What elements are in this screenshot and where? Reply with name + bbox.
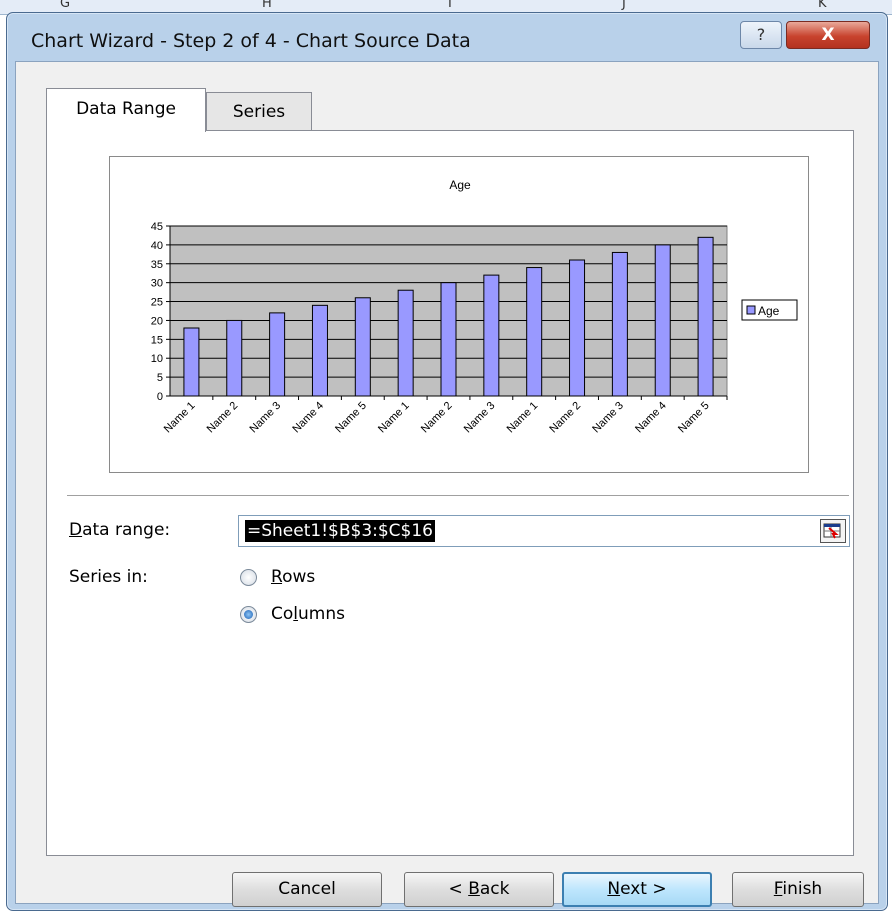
collapse-dialog-icon: [823, 523, 841, 539]
x-tick-label: Name 4: [633, 400, 669, 436]
tab-data-range-label: Data Range: [76, 99, 176, 119]
bar: [654, 244, 671, 397]
bar: [526, 267, 543, 397]
bar: [226, 319, 243, 397]
tab-series-label: Series: [232, 102, 286, 122]
y-tick-label: 20: [151, 315, 163, 327]
bar: [311, 304, 328, 397]
data-range-input[interactable]: =Sheet1!$B$3:$C$16: [238, 515, 850, 547]
dialog-title: Chart Wizard - Step 2 of 4 - Chart Sourc…: [31, 30, 471, 52]
dialog-body: Data Range Series Age 0 5 10 15 20 25 30 35 40 45…: [15, 61, 879, 907]
back-accesskey: B: [468, 879, 480, 899]
x-tick-label: Name 3: [462, 400, 498, 436]
next-accesskey: N: [607, 879, 621, 899]
columns-label-pre: Co: [271, 604, 294, 624]
chart-svg: Age 051015202530354045 Name 1 Name 2 Name …: [151, 178, 798, 436]
cancel-button[interactable]: Cancel: [232, 872, 382, 907]
x-tick-label: Name 1: [162, 400, 198, 436]
y-tick-label: 25: [151, 297, 163, 309]
back-label-pre: <: [448, 879, 469, 899]
next-label-post: ext >: [620, 879, 667, 899]
chart-title: Age: [449, 178, 471, 192]
columns-radio-label[interactable]: Columns: [271, 604, 345, 624]
next-button[interactable]: Next >: [562, 872, 712, 907]
finish-label-post: inish: [782, 879, 823, 899]
column-header-k[interactable]: K: [818, 0, 827, 11]
legend-label-age: Age: [758, 304, 780, 318]
columns-radio[interactable]: [240, 606, 257, 623]
finish-button[interactable]: Finish: [732, 872, 864, 907]
chart-preview: Age 0 5 10 15 20 25 30 35 40 45 Name 1 Name 2 Name …: [109, 156, 809, 473]
help-button[interactable]: ?: [740, 21, 782, 49]
tab-data-range[interactable]: Data Range: [46, 88, 206, 132]
x-tick-label: Name 1: [505, 400, 541, 436]
data-range-label-text: ata range:: [82, 520, 171, 540]
bar: [697, 236, 714, 397]
collapse-dialog-button[interactable]: [820, 519, 846, 543]
columns-label-post: umns: [298, 604, 345, 624]
rows-accesskey: R: [271, 567, 283, 587]
chart-wizard-dialog: Chart Wizard - Step 2 of 4 - Chart Sourc…: [6, 12, 888, 911]
help-icon: ?: [756, 25, 766, 44]
rows-radio[interactable]: [240, 569, 257, 586]
rows-label-text: ows: [282, 567, 316, 587]
chart-legend: Age: [741, 299, 798, 321]
close-icon: X: [821, 25, 835, 45]
bar: [354, 297, 371, 397]
back-button[interactable]: < Back: [404, 872, 554, 907]
y-tick-label: 40: [151, 240, 163, 252]
x-tick-label: Name 4: [290, 400, 326, 436]
data-range-label: Data range:: [69, 520, 170, 540]
close-button[interactable]: X: [786, 21, 870, 49]
x-tick-label: Name 5: [333, 400, 369, 436]
bar: [440, 282, 457, 397]
rows-radio-label[interactable]: Rows: [271, 567, 315, 587]
bar: [269, 312, 286, 397]
column-header-g[interactable]: G: [60, 0, 70, 11]
bar: [183, 327, 200, 397]
x-tick-label: Name 3: [590, 400, 626, 436]
x-tick-label: Name 1: [376, 400, 412, 436]
title-bar[interactable]: Chart Wizard - Step 2 of 4 - Chart Sourc…: [7, 13, 887, 61]
column-header-j[interactable]: J: [622, 0, 626, 11]
data-range-accesskey: D: [69, 520, 83, 540]
column-header-i[interactable]: I: [448, 0, 452, 11]
y-tick-label: 5: [157, 372, 163, 384]
y-tick-label: 45: [151, 221, 163, 233]
x-tick-label: Name 3: [248, 400, 284, 436]
back-label-post: ack: [479, 879, 510, 899]
y-tick-label: 0: [157, 391, 163, 403]
x-tick-label: Name 2: [547, 400, 583, 436]
x-tick-label: Name 5: [676, 400, 712, 436]
y-tick-label: 30: [151, 278, 163, 290]
y-tick-label: 35: [151, 259, 163, 271]
bar: [611, 251, 628, 397]
tab-series[interactable]: Series: [206, 92, 312, 130]
x-tick-label: Name 2: [205, 400, 241, 436]
cancel-label: Cancel: [278, 879, 336, 899]
separator-line: [67, 495, 849, 497]
bar: [569, 259, 586, 397]
legend-swatch: [746, 305, 756, 315]
data-range-value: =Sheet1!$B$3:$C$16: [245, 520, 435, 542]
y-tick-label: 10: [151, 353, 163, 365]
bar: [483, 274, 500, 397]
data-range-panel: Age 0 5 10 15 20 25 30 35 40 45 Name 1 Name 2 Name …: [46, 130, 854, 856]
bar: [397, 289, 414, 397]
column-header-h[interactable]: H: [262, 0, 272, 11]
x-tick-label: Name 2: [419, 400, 455, 436]
series-in-label: Series in:: [69, 567, 148, 587]
y-tick-label: 15: [151, 334, 163, 346]
